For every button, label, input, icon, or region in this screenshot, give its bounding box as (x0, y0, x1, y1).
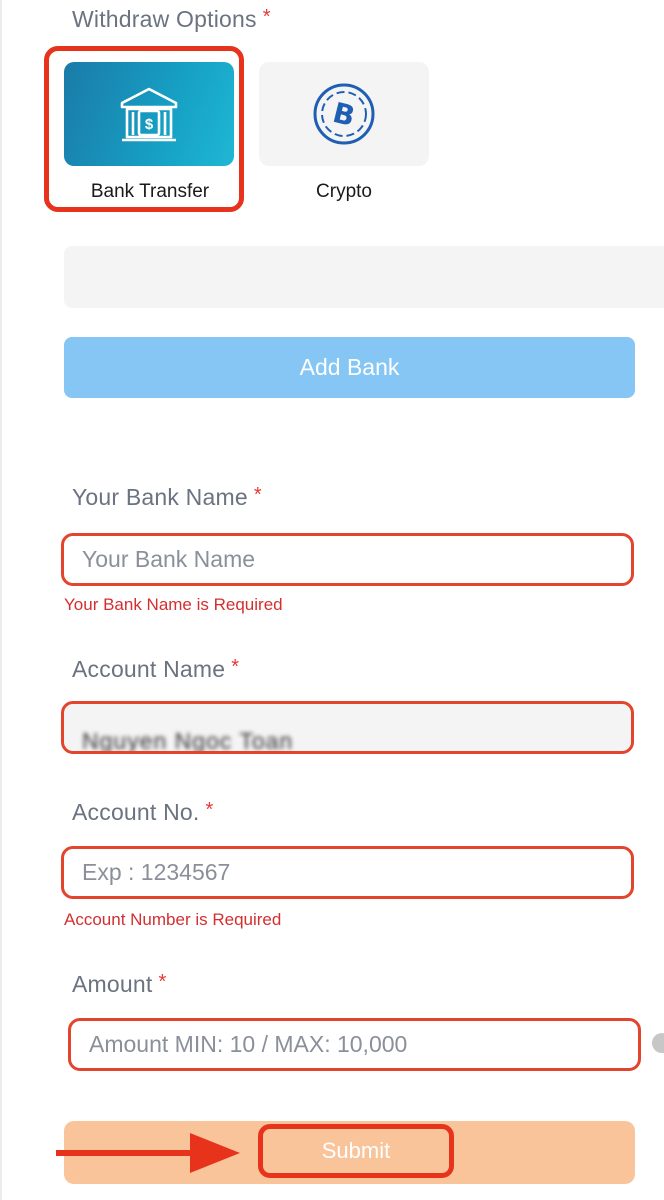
withdraw-options-text: Withdraw Options (72, 6, 257, 32)
amount-label: Amount * (72, 971, 166, 998)
amount-label-text: Amount (72, 971, 153, 997)
account-no-input[interactable]: Exp : 1234567 (61, 846, 634, 899)
crypto-option[interactable]: B (259, 62, 429, 166)
withdraw-options-label: Withdraw Options * (72, 6, 271, 33)
required-mark: * (262, 6, 271, 28)
required-mark: * (253, 484, 262, 506)
bitcoin-icon: B (313, 83, 375, 145)
account-name-label: Account Name * (72, 656, 239, 683)
add-bank-button[interactable]: Add Bank (64, 337, 635, 398)
required-mark: * (205, 799, 214, 821)
left-border (0, 0, 2, 1200)
account-no-error: Account Number is Required (64, 910, 282, 929)
amount-input[interactable]: Amount MIN: 10 / MAX: 10,000 (68, 1018, 641, 1071)
account-name-input[interactable]: Nguyen Ngoc Toan (61, 701, 634, 754)
bank-select-box[interactable] (64, 246, 664, 308)
account-name-value: Nguyen Ngoc Toan (82, 728, 294, 754)
arrow-right-icon (56, 1133, 240, 1173)
bank-name-label-text: Your Bank Name (72, 484, 248, 510)
account-name-label-text: Account Name (72, 656, 226, 682)
required-mark: * (231, 656, 240, 678)
svg-text:B: B (330, 96, 359, 133)
bank-name-error: Your Bank Name is Required (64, 595, 283, 614)
bank-name-input[interactable]: Your Bank Name (61, 533, 634, 586)
bank-transfer-highlight (44, 46, 244, 212)
account-no-label-text: Account No. (72, 799, 200, 825)
account-no-label: Account No. * (72, 799, 213, 826)
bank-name-label: Your Bank Name * (72, 484, 262, 511)
required-mark: * (158, 971, 167, 993)
crypto-label: Crypto (316, 181, 372, 202)
submit-button[interactable]: Submit (258, 1124, 454, 1178)
scrollbar-handle[interactable] (652, 1033, 664, 1053)
